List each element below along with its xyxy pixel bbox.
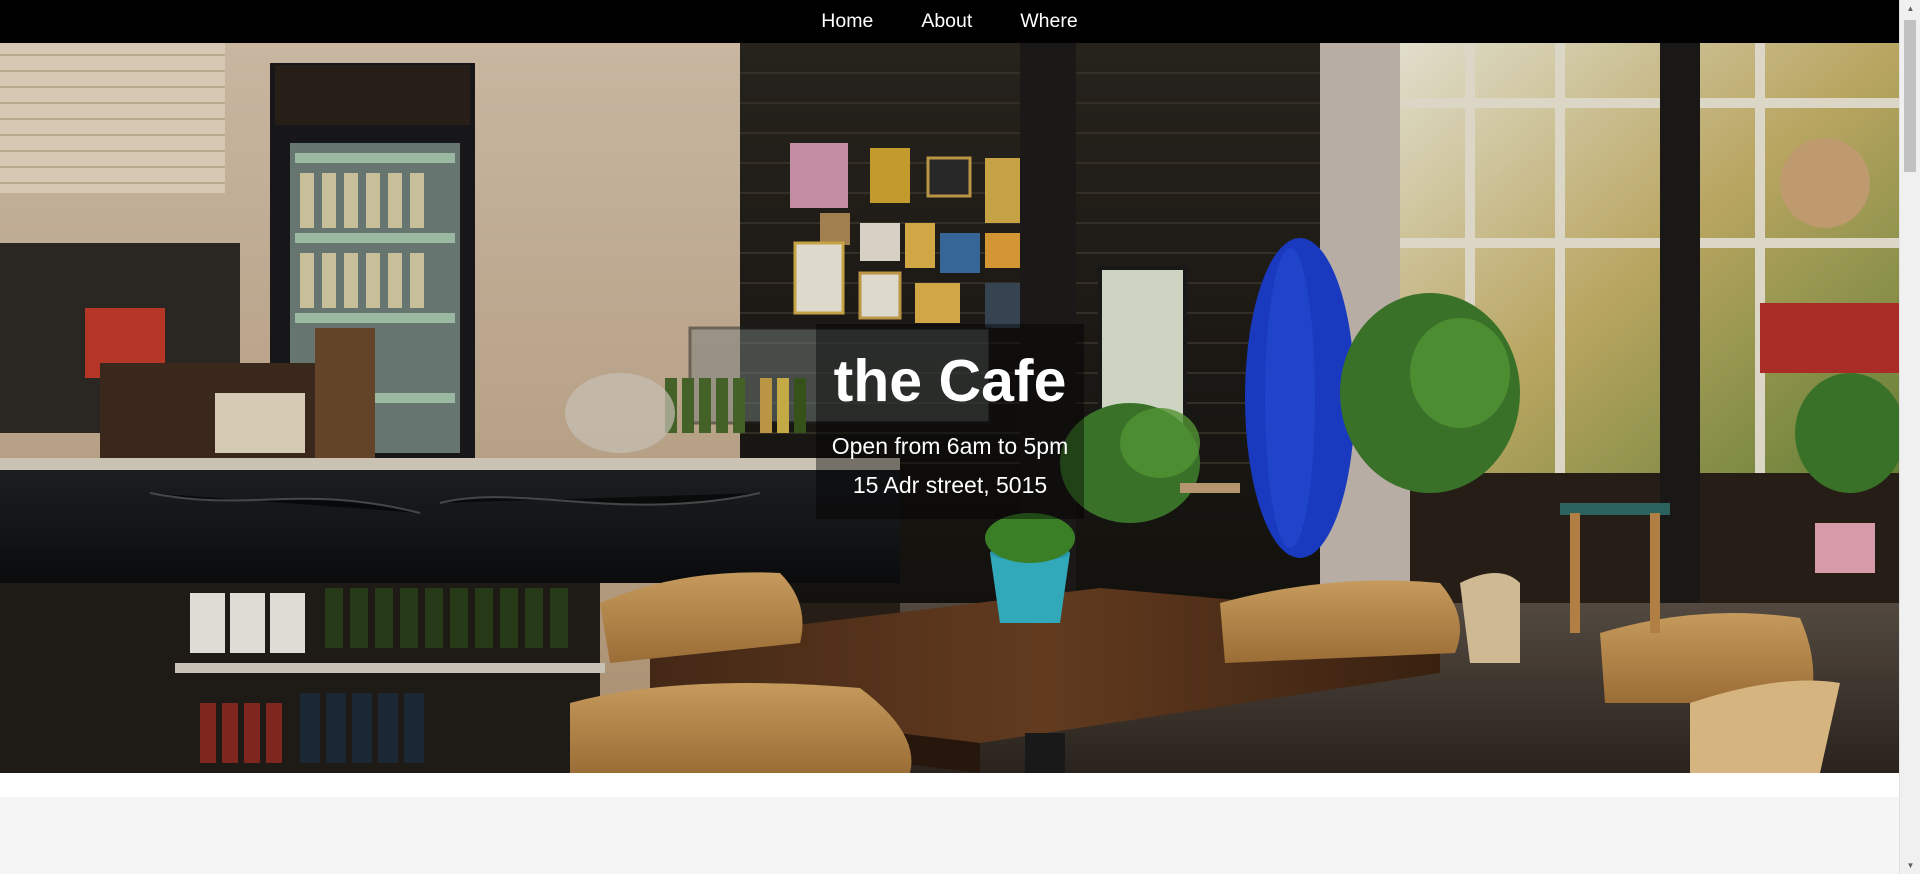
page-scrollbar[interactable]: ▲ ▼ xyxy=(1899,0,1920,874)
scroll-thumb[interactable] xyxy=(1904,20,1916,172)
nav-about-link[interactable]: About xyxy=(897,0,996,43)
opening-hours: Open from 6am to 5pm xyxy=(831,433,1069,459)
content-section xyxy=(0,773,1899,874)
hero-title: the Cafe xyxy=(833,348,1067,414)
nav-home-link[interactable]: Home xyxy=(797,0,897,43)
nav-where-link[interactable]: Where xyxy=(996,0,1101,43)
scroll-down-arrow-icon[interactable]: ▼ xyxy=(1900,857,1920,874)
top-navbar: Home About Where xyxy=(0,0,1899,43)
scroll-up-arrow-icon[interactable]: ▲ xyxy=(1900,0,1920,17)
hero-info-box: the Cafe Open from 6am to 5pm 15 Adr str… xyxy=(816,324,1084,519)
hero-section: the Cafe Open from 6am to 5pm 15 Adr str… xyxy=(0,43,1899,773)
cafe-address: 15 Adr street, 5015 xyxy=(852,472,1048,498)
section-divider xyxy=(0,773,1899,797)
